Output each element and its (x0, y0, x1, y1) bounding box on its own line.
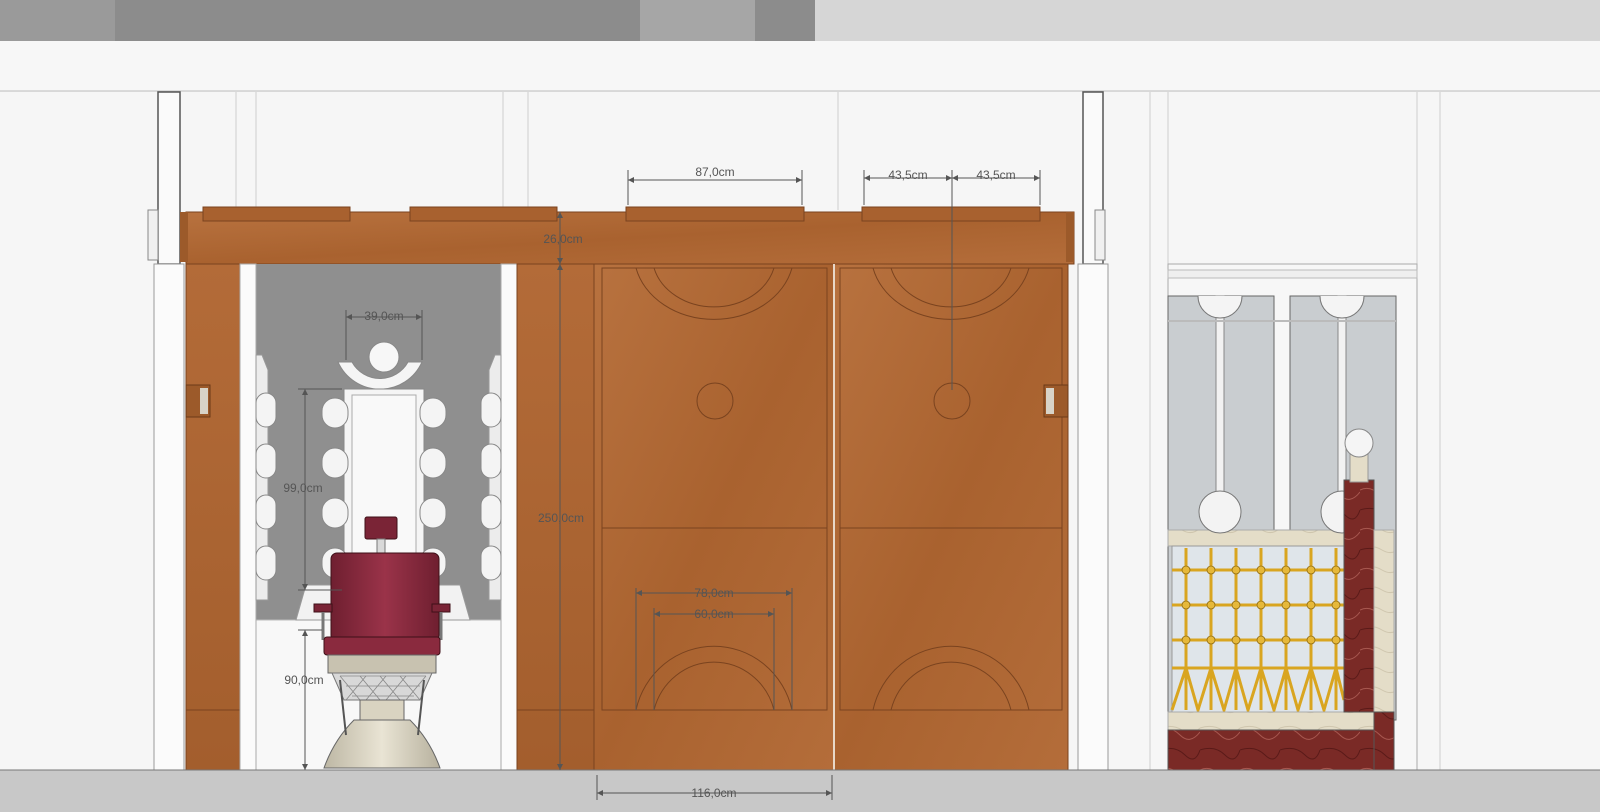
dim-top-panel-width: 87,0cm (695, 165, 734, 179)
elevation-drawing: 87,0cm 43,5cm 43,5cm 26,0cm 39,0cm 99,0c… (0, 0, 1600, 812)
dim-mirror-height: 99,0cm (283, 481, 322, 495)
dim-total-height: 250,0cm (538, 511, 584, 525)
wood-cornice (180, 206, 1075, 265)
dim-half-width-left: 43,5cm (888, 168, 927, 182)
dim-cornice-height: 26,0cm (543, 232, 582, 246)
dim-half-width-right: 43,5cm (976, 168, 1015, 182)
dim-arch-inner: 60,0cm (694, 607, 733, 621)
right-pilaster (1077, 91, 1109, 771)
dim-mirror-width: 39,0cm (364, 309, 403, 323)
dim-arch-outer: 78,0cm (694, 586, 733, 600)
top-band (0, 0, 1600, 92)
dim-counter-height: 90,0cm (284, 673, 323, 687)
floor (0, 769, 1600, 812)
dim-bottom-width: 116,0cm (691, 786, 736, 800)
left-wood-column (185, 263, 241, 771)
